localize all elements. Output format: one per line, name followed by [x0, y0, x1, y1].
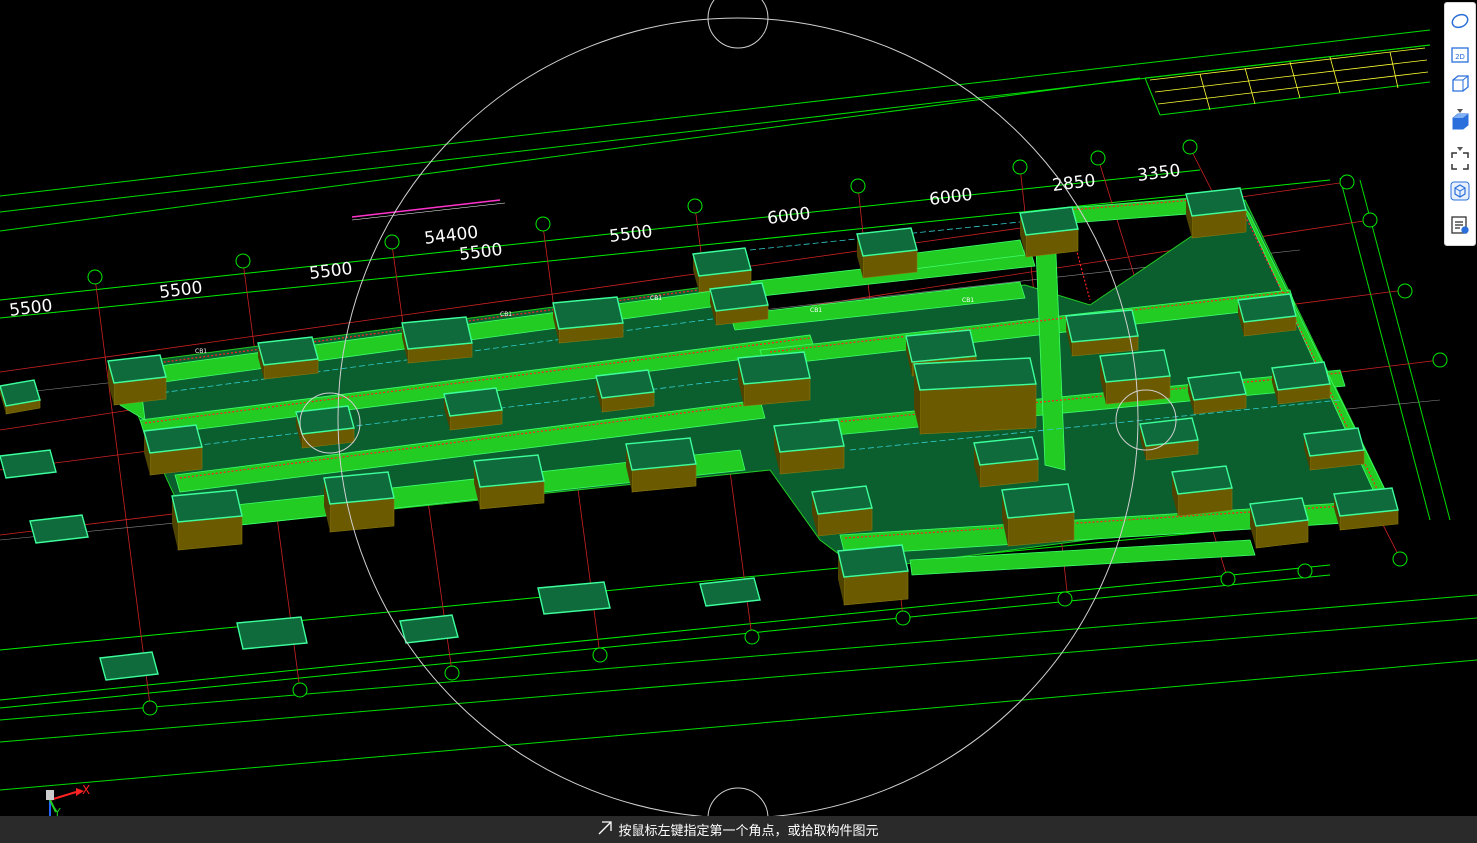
axis-bubble — [1362, 212, 1378, 228]
pile-cap[interactable] — [913, 357, 1037, 391]
fullscreen-icon[interactable] — [1448, 149, 1472, 173]
ucs-x-label: X — [82, 783, 90, 797]
pile-cap[interactable] — [552, 296, 624, 330]
properties-list-icon[interactable] — [1448, 213, 1472, 237]
axis-bubble — [895, 610, 911, 626]
axis-bubble — [444, 665, 460, 681]
axis-bubble — [1297, 563, 1313, 579]
axis-bubble — [1339, 174, 1355, 190]
pile-cap[interactable] — [1001, 483, 1075, 519]
pick-corner-icon — [598, 820, 613, 839]
pile-cap-side — [919, 383, 1037, 435]
axis-bubble — [1012, 159, 1028, 175]
axis-bubble — [1397, 283, 1413, 299]
axis-bubble — [142, 700, 158, 716]
axis-bubble — [1220, 571, 1236, 587]
pile-cap[interactable] — [625, 437, 697, 471]
ellipse-view-icon[interactable] — [1448, 9, 1472, 33]
view-toolbar: 2D — [1444, 2, 1476, 246]
component-cube-icon[interactable] — [1448, 179, 1472, 203]
pile-cap[interactable] — [773, 419, 845, 453]
beam-label: CB1 — [962, 297, 974, 304]
pile-cap[interactable] — [473, 454, 545, 488]
pile-cap[interactable] — [171, 489, 243, 523]
pile-cap[interactable] — [737, 351, 811, 385]
axis-bubble — [850, 178, 866, 194]
axis-bubble — [384, 234, 400, 250]
axis-bubble — [1090, 150, 1106, 166]
axis-bubble — [87, 269, 103, 285]
axis-bubble — [744, 629, 760, 645]
solid-box-view-icon[interactable] — [1448, 109, 1472, 133]
beam-label: CB1 — [195, 348, 207, 355]
2d-view-icon[interactable]: 2D — [1448, 43, 1472, 67]
axis-bubble — [592, 647, 608, 663]
chevron-down-icon[interactable] — [1455, 137, 1465, 151]
pile-cap[interactable] — [537, 581, 611, 615]
beam-label: CB1 — [500, 311, 512, 318]
cad-3d-viewport[interactable]: 54400 5500 5500 5500 5500 5500 6000 6000… — [0, 0, 1477, 843]
beam-label: CB1 — [650, 295, 662, 302]
axis-bubble — [1392, 551, 1408, 567]
pile-cap[interactable] — [905, 329, 977, 363]
pile-cap[interactable] — [236, 616, 308, 650]
axis-bubble — [1432, 352, 1448, 368]
2d-label: 2D — [1455, 53, 1465, 61]
pile-cap[interactable] — [323, 471, 395, 505]
axis-bubble — [292, 682, 308, 698]
status-message: 按鼠标左键指定第一个角点，或拾取构件图元 — [618, 824, 879, 839]
axis-bubble — [1182, 139, 1198, 155]
axis-bubble — [535, 216, 551, 232]
chevron-down-icon[interactable] — [1455, 99, 1465, 113]
beam-label: CB1 — [810, 307, 822, 314]
status-bar: 按鼠标左键指定第一个角点，或拾取构件图元 — [0, 816, 1477, 843]
pile-cap[interactable] — [401, 316, 473, 350]
3d-box-view-icon[interactable] — [1448, 71, 1472, 95]
axis-bubble — [235, 253, 251, 269]
pile-cap[interactable] — [837, 544, 909, 578]
axis-bubble — [687, 198, 703, 214]
axis-bubble — [1057, 591, 1073, 607]
